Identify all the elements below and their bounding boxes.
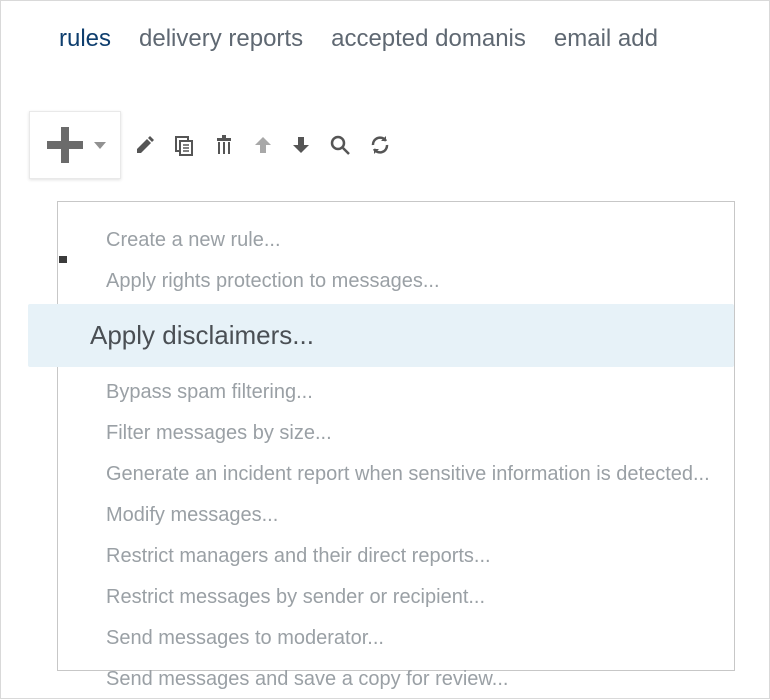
menu-modify-messages[interactable]: Modify messages... [58,495,734,536]
menu-send-to-moderator[interactable]: Send messages to moderator... [58,618,734,659]
arrow-up-icon[interactable] [253,135,273,155]
menu-create-new-rule[interactable]: Create a new rule... [58,220,734,261]
chevron-down-icon [94,142,106,149]
tab-accepted-domains[interactable]: accepted domanis [331,25,526,53]
menu-filter-by-size[interactable]: Filter messages by size... [58,413,734,454]
toolbar [29,111,391,179]
search-icon[interactable] [329,134,351,156]
edit-icon[interactable] [135,135,155,155]
menu-restrict-managers[interactable]: Restrict managers and their direct repor… [58,536,734,577]
toolbar-icons-group [135,134,391,156]
menu-bypass-spam-filtering[interactable]: Bypass spam filtering... [58,372,734,413]
copy-icon[interactable] [173,134,195,156]
plus-icon [44,124,86,166]
menu-restrict-by-sender-recipient[interactable]: Restrict messages by sender or recipient… [58,577,734,618]
arrow-down-icon[interactable] [291,135,311,155]
tab-email-add[interactable]: email add [554,25,658,53]
tab-rules[interactable]: rules [59,25,111,53]
refresh-icon[interactable] [369,134,391,156]
menu-send-and-save-copy[interactable]: Send messages and save a copy for review… [58,659,734,700]
tab-bar: rules delivery reports accepted domanis … [1,1,769,65]
menu-apply-rights-protection[interactable]: Apply rights protection to messages... [58,261,734,302]
delete-icon[interactable] [213,134,235,156]
add-dropdown-button[interactable] [29,111,121,179]
menu-generate-incident-report[interactable]: Generate an incident report when sensiti… [58,454,734,495]
rule-templates-dropdown: Create a new rule... Apply rights protec… [57,201,735,671]
tab-delivery-reports[interactable]: delivery reports [139,25,303,53]
menu-apply-disclaimers[interactable]: Apply disclaimers... [28,304,734,367]
